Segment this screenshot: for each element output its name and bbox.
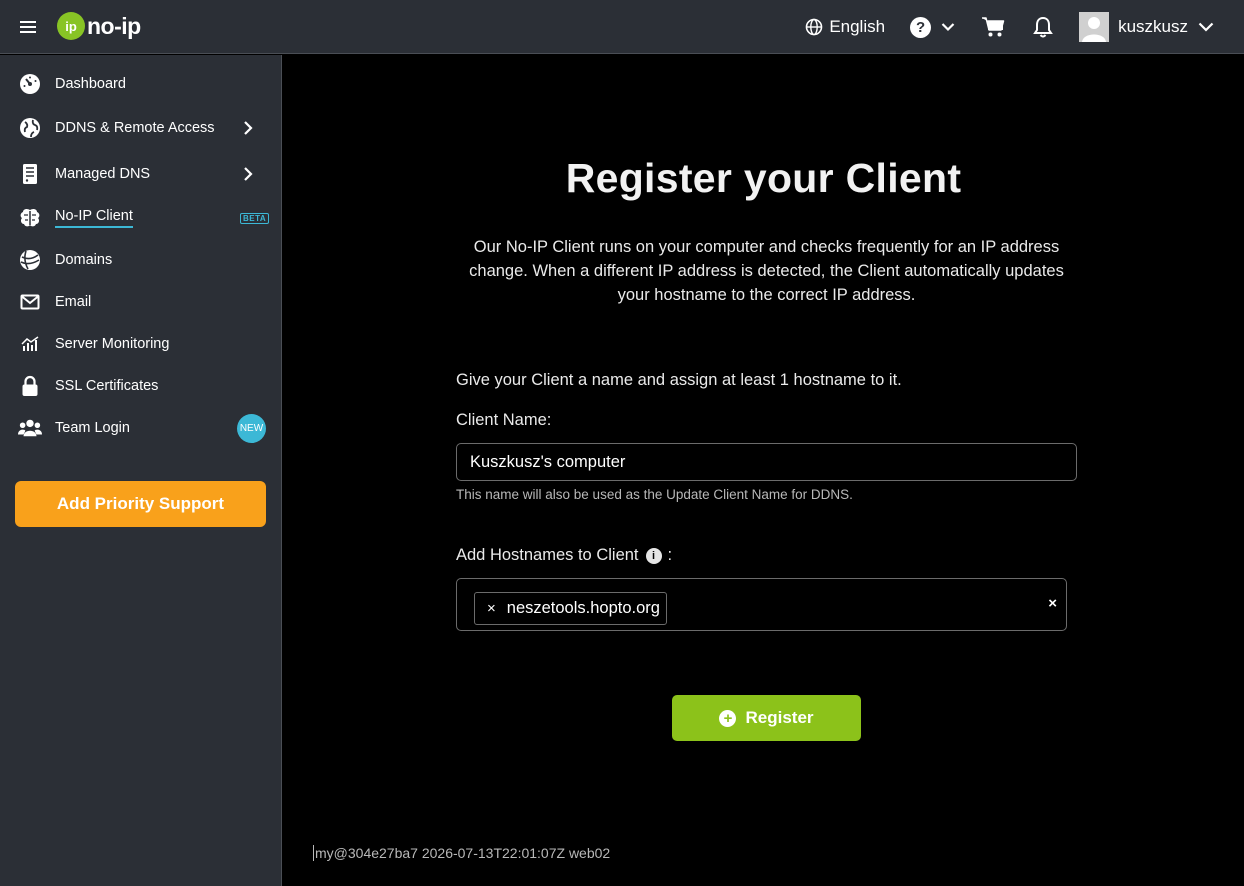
register-button[interactable]: + Register <box>672 695 861 741</box>
sidebar-item-ddns[interactable]: DDNS & Remote Access <box>0 108 282 148</box>
globe-icon <box>18 116 42 140</box>
language-label: English <box>829 17 886 36</box>
notifications-bell-icon[interactable] <box>1033 16 1053 38</box>
hostname-tag: × neszetools.hopto.org <box>474 592 667 625</box>
dashboard-gauge-icon <box>18 72 42 96</box>
hostname-tag-label: neszetools.hopto.org <box>506 599 660 617</box>
sidebar-item-noip-client[interactable]: No-IP Client BETA <box>0 198 282 238</box>
help-menu[interactable]: ? <box>910 16 955 38</box>
globe-icon <box>806 18 823 36</box>
remove-tag-icon[interactable]: × <box>487 600 496 617</box>
clear-all-icon[interactable]: × <box>1048 595 1057 612</box>
sidebar-item-label: Team Login <box>55 420 130 436</box>
envelope-icon <box>18 290 42 314</box>
users-icon <box>18 416 42 440</box>
sidebar-item-label: Domains <box>55 252 113 268</box>
top-bar: ip no-ip English ? kuszkusz <box>0 0 1244 54</box>
sidebar-item-label: Dashboard <box>55 76 126 92</box>
chevron-down-icon <box>1198 22 1214 32</box>
sidebar-item-label: Server Monitoring <box>55 336 170 352</box>
logo-mark: ip <box>57 12 85 40</box>
server-icon <box>18 162 42 186</box>
client-name-label: Client Name: <box>456 411 552 429</box>
sidebar-item-dashboard[interactable]: Dashboard <box>0 64 282 104</box>
help-icon: ? <box>910 16 932 38</box>
client-name-help-text: This name will also be used as the Updat… <box>456 487 853 502</box>
sidebar-item-label: No-IP Client <box>55 208 133 228</box>
page-title: Register your Client <box>565 155 962 201</box>
plus-circle-icon: + <box>719 709 737 727</box>
hostnames-label-row: Add Hostnames to Client i : <box>456 546 672 565</box>
sidebar-item-team-login[interactable]: Team Login NEW <box>0 408 282 448</box>
avatar <box>1079 12 1110 42</box>
main-content: Register your Client Our No-IP Client ru… <box>283 55 1244 886</box>
sidebar-item-ssl[interactable]: SSL Certificates <box>0 366 282 406</box>
language-selector[interactable]: English <box>805 17 885 37</box>
lock-icon <box>18 374 42 398</box>
chevron-down-icon <box>941 23 955 32</box>
page-description: Our No-IP Client runs on your computer a… <box>469 238 1064 304</box>
user-menu[interactable]: kuszkusz <box>1079 12 1214 42</box>
sidebar-item-label: SSL Certificates <box>55 378 159 394</box>
username: kuszkusz <box>1118 17 1188 36</box>
chevron-right-icon <box>243 166 253 182</box>
noip-logo[interactable]: ip no-ip <box>57 11 141 41</box>
globe-lines-icon <box>18 248 42 272</box>
cart-icon[interactable] <box>981 16 1005 38</box>
client-name-input[interactable] <box>456 443 1077 481</box>
add-priority-support-button[interactable]: Add Priority Support <box>15 481 266 527</box>
new-badge: NEW <box>237 413 266 443</box>
sidebar-item-label: Email <box>55 294 92 310</box>
sidebar-item-managed-dns[interactable]: Managed DNS <box>0 154 282 194</box>
beta-badge: BETA <box>240 212 270 224</box>
sidebar-item-domains[interactable]: Domains <box>0 240 282 280</box>
chart-icon <box>18 332 42 356</box>
info-icon[interactable]: i <box>645 547 662 564</box>
menu-toggle-icon[interactable] <box>18 18 38 36</box>
sidebar-item-label: Managed DNS <box>55 166 151 182</box>
brain-icon <box>18 206 42 230</box>
sidebar-item-server-monitoring[interactable]: Server Monitoring <box>0 324 282 364</box>
build-info-footer: my@304e27ba7 2026-07-13T22:01:07Z web02 <box>313 845 611 861</box>
chevron-right-icon <box>243 120 253 136</box>
sidebar-item-email[interactable]: Email <box>0 282 282 322</box>
sidebar-item-label: DDNS & Remote Access <box>55 120 215 136</box>
register-button-label: Register <box>745 708 814 727</box>
header-actions: English ? kuszkusz <box>805 0 1244 54</box>
hostnames-label-colon: : <box>667 546 673 564</box>
form-instruction: Give your Client a name and assign at le… <box>456 371 902 389</box>
hostnames-label: Add Hostnames to Client <box>456 546 639 564</box>
sidebar: Dashboard DDNS & Remote Access Managed D… <box>0 55 282 886</box>
logo-text: no-ip <box>87 12 141 39</box>
hostnames-select[interactable]: × neszetools.hopto.org × <box>456 578 1067 631</box>
